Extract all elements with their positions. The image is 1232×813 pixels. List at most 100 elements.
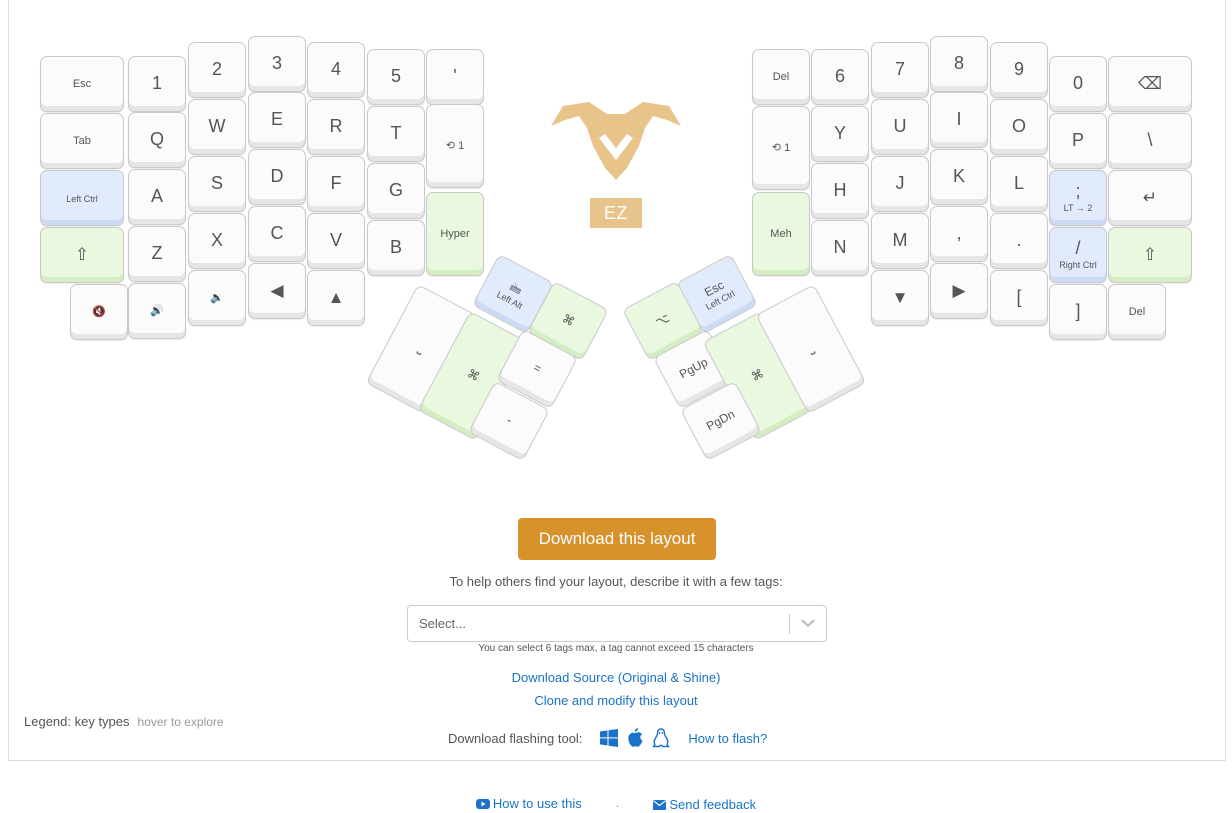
key-5[interactable]: 5 bbox=[367, 49, 425, 105]
thumb-right-pgup-label: PgUp bbox=[677, 354, 711, 382]
key-quote[interactable]: ' bbox=[426, 49, 484, 105]
key-m[interactable]: M bbox=[871, 213, 929, 269]
key-j[interactable]: J bbox=[871, 156, 929, 212]
key-e[interactable]: E bbox=[248, 92, 306, 148]
key-del-bottom[interactable]: Del bbox=[1108, 284, 1166, 340]
key-0[interactable]: 0 bbox=[1049, 56, 1107, 112]
key-layer-toggle-right[interactable]: ⟲ 1 bbox=[752, 106, 810, 190]
key-semicolon[interactable]: ; LT → 2 bbox=[1049, 170, 1107, 226]
key-meh[interactable]: Meh bbox=[752, 192, 810, 276]
clone-layout-link[interactable]: Clone and modify this layout bbox=[0, 693, 1232, 708]
key-w[interactable]: W bbox=[188, 99, 246, 155]
key-backslash[interactable]: \ bbox=[1108, 113, 1192, 169]
key-i[interactable]: I bbox=[930, 92, 988, 148]
footer-separator: · bbox=[615, 797, 620, 813]
key-arrow-left[interactable]: ◀ bbox=[248, 263, 306, 319]
key-esc[interactable]: Esc bbox=[40, 56, 124, 112]
key-b-label: B bbox=[389, 237, 402, 258]
key-del-top[interactable]: Del bbox=[752, 49, 810, 105]
key-volume-up[interactable]: 🔊 bbox=[128, 283, 186, 339]
key-y[interactable]: Y bbox=[811, 106, 869, 162]
key-g[interactable]: G bbox=[367, 163, 425, 219]
key-f[interactable]: F bbox=[307, 156, 365, 212]
key-a[interactable]: A bbox=[128, 169, 186, 225]
key-arrow-right[interactable]: ▶ bbox=[930, 263, 988, 319]
key-right-bracket-label: ] bbox=[1075, 301, 1081, 322]
key-6[interactable]: 6 bbox=[811, 49, 869, 105]
how-to-use-link[interactable]: How to use this bbox=[475, 796, 582, 811]
key-4[interactable]: 4 bbox=[307, 42, 365, 98]
key-s-label: S bbox=[210, 173, 223, 194]
key-backspace[interactable]: ⌫ bbox=[1108, 56, 1192, 112]
key-b[interactable]: B bbox=[367, 220, 425, 276]
how-to-flash-link[interactable]: How to flash? bbox=[688, 731, 767, 746]
key-0-label: 0 bbox=[1072, 73, 1083, 94]
footer: How to use this · Send feedback bbox=[0, 796, 1232, 813]
tags-select[interactable]: Select... bbox=[407, 605, 827, 642]
send-feedback-link[interactable]: Send feedback bbox=[653, 797, 756, 812]
key-mute[interactable]: 🔇 bbox=[70, 284, 128, 340]
key-enter[interactable]: ↵ bbox=[1108, 170, 1192, 226]
key-e-label: E bbox=[270, 109, 283, 130]
key-r[interactable]: R bbox=[307, 99, 365, 155]
key-right-shift[interactable]: ⇧ bbox=[1108, 227, 1192, 283]
key-l[interactable]: L bbox=[990, 156, 1048, 212]
key-left-ctrl[interactable]: Left Ctrl bbox=[40, 170, 124, 226]
key-semicolon-sublabel: LT → 2 bbox=[1063, 203, 1093, 214]
flashing-tool-label: Download flashing tool: bbox=[448, 730, 583, 746]
key-right-bracket[interactable]: ] bbox=[1049, 284, 1107, 340]
key-9[interactable]: 9 bbox=[990, 42, 1048, 98]
key-layer-toggle-left[interactable]: ⟲ 1 bbox=[426, 104, 484, 188]
key-arrow-down[interactable]: ▼ bbox=[871, 270, 929, 326]
key-q-label: Q bbox=[149, 129, 164, 150]
key-o[interactable]: O bbox=[990, 99, 1048, 155]
key-arrow-right-label: ▶ bbox=[952, 280, 966, 300]
apple-icon[interactable] bbox=[626, 728, 644, 748]
key-left-bracket[interactable]: [ bbox=[990, 270, 1048, 326]
key-layer-toggle-right-label: ⟲ 1 bbox=[771, 141, 791, 154]
download-source-link[interactable]: Download Source (Original & Shine) bbox=[0, 670, 1232, 685]
key-8[interactable]: 8 bbox=[930, 36, 988, 92]
key-p[interactable]: P bbox=[1049, 113, 1107, 169]
key-n[interactable]: N bbox=[811, 220, 869, 276]
key-c[interactable]: C bbox=[248, 206, 306, 262]
key-s[interactable]: S bbox=[188, 156, 246, 212]
key-u[interactable]: U bbox=[871, 99, 929, 155]
key-u-label: U bbox=[893, 116, 907, 137]
key-volume-down[interactable]: 🔉 bbox=[188, 270, 246, 326]
key-1[interactable]: 1 bbox=[128, 56, 186, 112]
key-d[interactable]: D bbox=[248, 149, 306, 205]
download-layout-button[interactable]: Download this layout bbox=[518, 518, 716, 560]
key-q[interactable]: Q bbox=[128, 112, 186, 168]
key-arrow-up[interactable]: ▲ bbox=[307, 270, 365, 326]
key-5-label: 5 bbox=[390, 66, 401, 87]
key-backspace-label: ⌫ bbox=[1137, 73, 1163, 93]
key-9-label: 9 bbox=[1013, 59, 1024, 80]
key-volume-down-label: 🔉 bbox=[210, 291, 224, 304]
key-left-bracket-label: [ bbox=[1016, 287, 1022, 308]
key-t[interactable]: T bbox=[367, 106, 425, 162]
key-hyper[interactable]: Hyper bbox=[426, 192, 484, 276]
key-j-label: J bbox=[895, 173, 905, 194]
key-3-label: 3 bbox=[271, 53, 282, 74]
key-h[interactable]: H bbox=[811, 163, 869, 219]
key-2[interactable]: 2 bbox=[188, 42, 246, 98]
key-z[interactable]: Z bbox=[128, 226, 186, 282]
linux-icon[interactable] bbox=[652, 728, 671, 748]
key-left-shift[interactable]: ⇧ bbox=[40, 227, 124, 283]
key-7[interactable]: 7 bbox=[871, 42, 929, 98]
legend-hint[interactable]: hover to explore bbox=[138, 715, 224, 729]
key-tab[interactable]: Tab bbox=[40, 113, 124, 169]
key-period[interactable]: . bbox=[990, 213, 1048, 269]
key-right-shift-label: ⇧ bbox=[1142, 244, 1158, 264]
key-3[interactable]: 3 bbox=[248, 36, 306, 92]
key-slash[interactable]: / Right Ctrl bbox=[1049, 227, 1107, 283]
key-arrow-left-label: ◀ bbox=[270, 280, 284, 300]
key-comma-label: , bbox=[956, 223, 962, 244]
key-x[interactable]: X bbox=[188, 213, 246, 269]
windows-icon[interactable] bbox=[600, 729, 619, 747]
key-comma[interactable]: , bbox=[930, 206, 988, 262]
key-v[interactable]: V bbox=[307, 213, 365, 269]
key-k[interactable]: K bbox=[930, 149, 988, 205]
chevron-down-icon[interactable] bbox=[790, 619, 826, 628]
